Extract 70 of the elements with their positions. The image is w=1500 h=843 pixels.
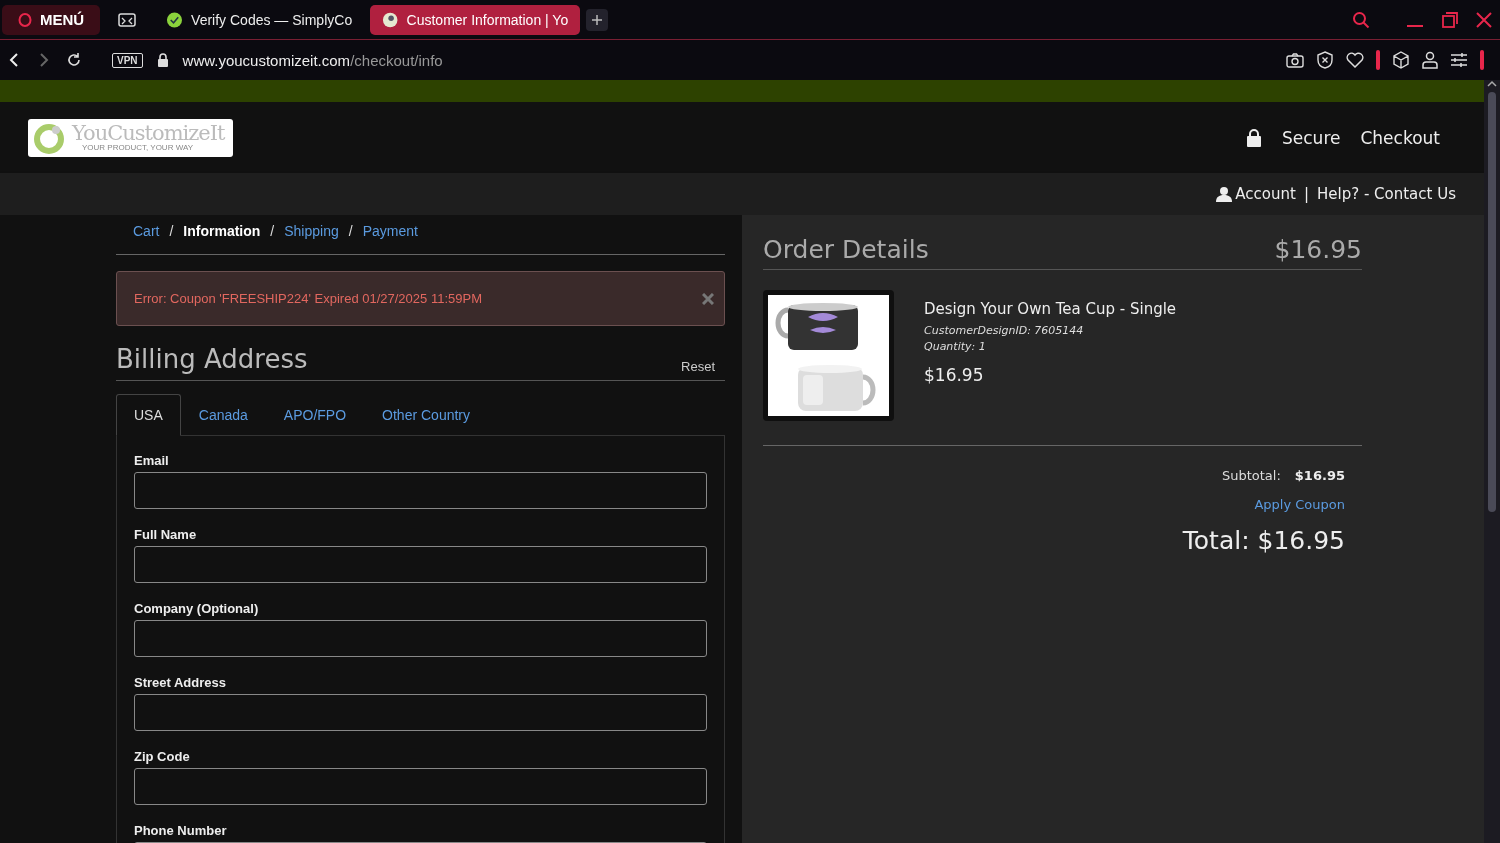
reload-icon[interactable]: [66, 52, 82, 68]
separator: |: [1303, 185, 1309, 203]
browser-tab[interactable]: Verify Codes — SimplyCo: [154, 4, 365, 35]
error-message: Error: Coupon 'FREESHIP224' Expired 01/27/2025 11:59PM: [134, 291, 482, 306]
cube-icon[interactable]: [1392, 51, 1410, 69]
sliders-icon[interactable]: [1450, 52, 1468, 68]
field-label: Full Name: [134, 527, 198, 542]
address-field[interactable]: www.youcustomizeit.com/checkout/info: [182, 51, 443, 69]
field-label: Company (Optional): [134, 601, 260, 616]
country-tab[interactable]: Canada: [180, 394, 266, 436]
person-icon: [1216, 186, 1233, 202]
field-label: Street Address: [134, 675, 227, 690]
breadcrumb-link[interactable]: Payment: [362, 223, 418, 239]
camera-icon[interactable]: [1286, 52, 1304, 68]
search-icon[interactable]: [1352, 10, 1370, 29]
close-icon[interactable]: [702, 292, 714, 305]
section-title: Order Details: [763, 235, 929, 264]
subtotal-label: Subtotal:: [1221, 468, 1281, 483]
apply-coupon-link[interactable]: Apply Coupon: [1254, 497, 1345, 512]
scrollbar[interactable]: [1484, 80, 1500, 843]
gallery-icon: [118, 12, 137, 27]
header-title: Secure: [1282, 127, 1341, 148]
input-field[interactable]: [134, 620, 707, 657]
restore-icon[interactable]: [1442, 11, 1458, 28]
field-label: Email: [134, 453, 170, 468]
heart-icon[interactable]: [1346, 52, 1364, 68]
product-price: $16.95: [924, 365, 985, 385]
country-tab[interactable]: APO/FPO: [265, 394, 365, 436]
product-name: Design Your Own Tea Cup - Single: [924, 300, 1177, 318]
account-link[interactable]: Account: [1216, 185, 1296, 203]
total-amount: Total: $16.95: [1182, 526, 1345, 555]
design-id: CustomerDesignID: 7605144: [924, 324, 1085, 337]
caret-up-icon[interactable]: [1487, 80, 1497, 88]
country-tab[interactable]: USA: [116, 394, 181, 436]
ring-icon: [18, 12, 32, 27]
breadcrumb-separator: /: [169, 223, 174, 239]
contact-link[interactable]: Help? - Contact Us: [1316, 185, 1456, 203]
menu-button[interactable]: MENÚ: [2, 4, 101, 35]
favicon-icon: [382, 10, 399, 29]
field-label: Zip Code: [134, 749, 191, 764]
breadcrumb-separator: /: [348, 223, 353, 239]
order-total: $16.95: [1274, 235, 1362, 264]
lock-icon: [1246, 128, 1262, 147]
section-title: Billing Address: [116, 344, 308, 374]
input-field[interactable]: [134, 694, 707, 731]
input-field[interactable]: [134, 546, 707, 583]
input-field[interactable]: [134, 472, 707, 509]
logo[interactable]: YouCustomizeIt YOUR PRODUCT, YOUR WAY: [28, 118, 233, 157]
check-icon: [166, 10, 184, 29]
indicator-bar: [1480, 50, 1484, 70]
close-icon[interactable]: [1476, 11, 1492, 28]
field-label: Phone Number: [134, 823, 228, 838]
breadcrumb-separator: /: [270, 223, 275, 239]
vpn-badge[interactable]: VPN: [112, 52, 143, 68]
lock-icon: [156, 53, 169, 67]
input-field[interactable]: [134, 768, 707, 805]
quantity: Quantity: 1: [924, 340, 987, 353]
header-title: Checkout: [1360, 127, 1440, 148]
breadcrumb-link[interactable]: Shipping: [284, 223, 339, 239]
indicator-bar: [1376, 50, 1380, 70]
breadcrumb-link[interactable]: Cart: [133, 223, 160, 239]
breadcrumb-current: Information: [183, 223, 261, 239]
new-tab-button[interactable]: [586, 8, 609, 31]
shield-icon[interactable]: [1316, 51, 1334, 69]
subtotal-value: $16.95: [1294, 468, 1345, 483]
country-tab[interactable]: Other Country: [364, 394, 488, 436]
person-icon[interactable]: [1422, 51, 1438, 69]
plus-icon: [591, 13, 604, 26]
browser-tab[interactable]: Customer Information | Yo: [370, 4, 581, 35]
reset-link[interactable]: Reset: [681, 359, 715, 374]
